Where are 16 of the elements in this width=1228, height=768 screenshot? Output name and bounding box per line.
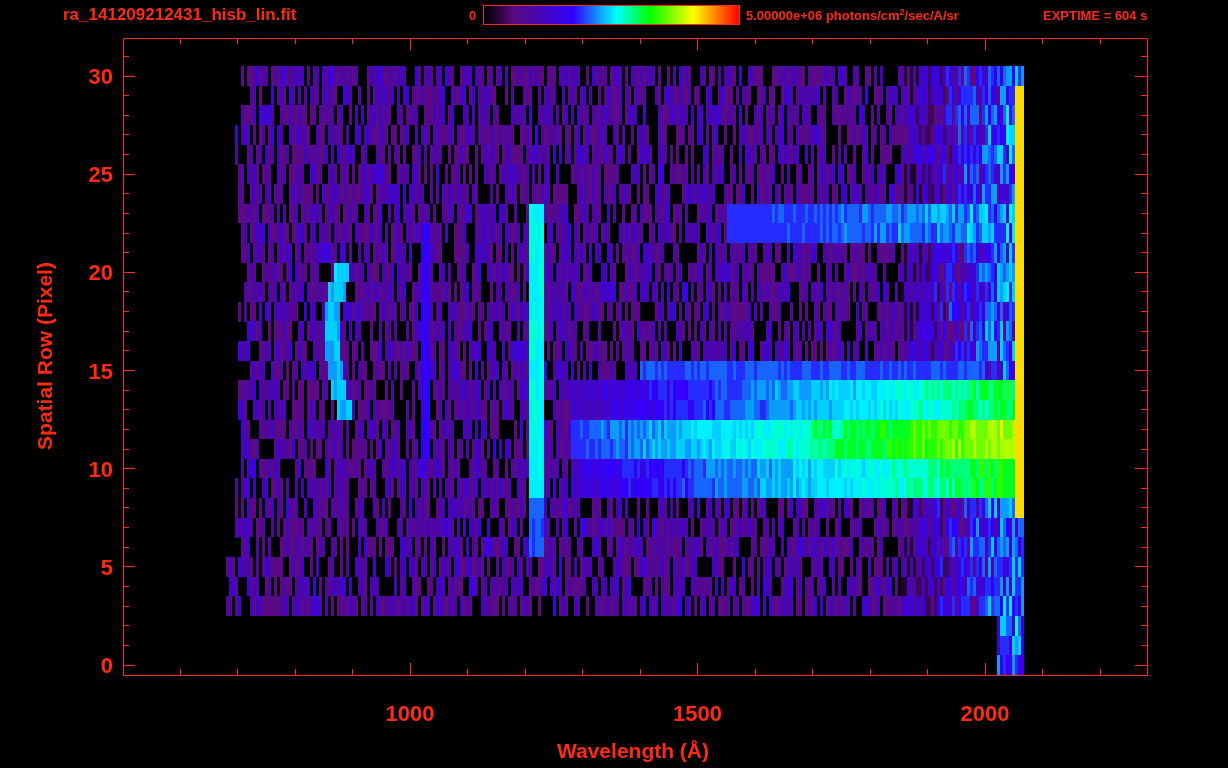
y-tick-label: 20: [88, 260, 113, 286]
colorbar-min-label: 0: [469, 7, 478, 23]
file-name-title: ra_141209212431_hisb_lin.fit: [63, 5, 298, 25]
x-tick-label: 1000: [385, 701, 435, 726]
y-tick-label: 25: [88, 162, 113, 188]
y-tick-label: 10: [88, 456, 113, 482]
x-tick-label: 1500: [673, 701, 722, 726]
y-tick-label: 5: [100, 554, 113, 580]
colorbar-max-label: 5.00000e+06 photons/cm$^{2}$/sec/A/sr: [746, 6, 960, 24]
y-tick-label: 30: [88, 64, 113, 89]
y-axis-title: Spatial Row (Pixel): [33, 262, 56, 450]
y-tick-label: 0: [100, 653, 113, 678]
y-tick-label: 15: [88, 358, 113, 384]
exposure-time-label: EXPTIME = 604 s: [1043, 7, 1148, 23]
x-tick-label: 2000: [960, 701, 1010, 726]
x-axis-title: Wavelength (Å): [556, 739, 710, 762]
